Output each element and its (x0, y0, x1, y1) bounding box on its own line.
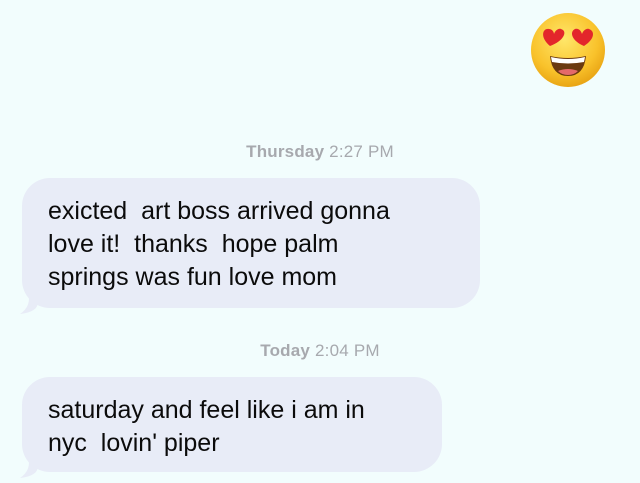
message-bubble-1[interactable]: exicted art boss arrived gonna love it! … (20, 178, 480, 314)
message-text: exicted art boss arrived gonna love it! … (22, 178, 480, 308)
timestamp-today: Today 2:04 PM (0, 341, 640, 361)
message-bubble-2[interactable]: saturday and feel like i am in nyc lovin… (20, 377, 442, 478)
message-line: nyc lovin' piper (48, 429, 220, 457)
timestamp-thursday: Thursday 2:27 PM (0, 142, 640, 162)
message-line: springs was fun love mom (48, 263, 338, 291)
message-line: saturday and feel like i am in (48, 396, 365, 424)
message-line: exicted art boss arrived gonna (48, 197, 390, 225)
timestamp-day: Today (260, 341, 311, 360)
message-line: love it! thanks hope palm (48, 230, 339, 258)
message-text: saturday and feel like i am in nyc lovin… (22, 377, 442, 472)
timestamp-time: 2:04 PM (315, 341, 380, 360)
timestamp-time: 2:27 PM (329, 142, 394, 161)
heart-eyes-emoji-icon (531, 13, 605, 87)
timestamp-day: Thursday (246, 142, 325, 161)
